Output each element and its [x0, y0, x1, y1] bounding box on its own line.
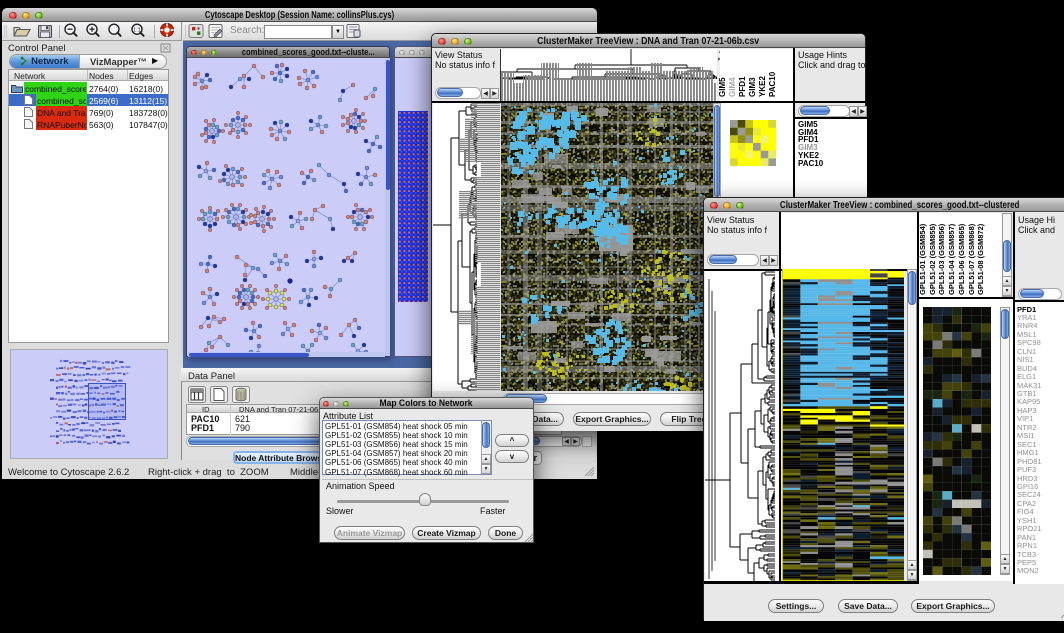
svg-text:1:1: 1:1: [133, 27, 141, 33]
